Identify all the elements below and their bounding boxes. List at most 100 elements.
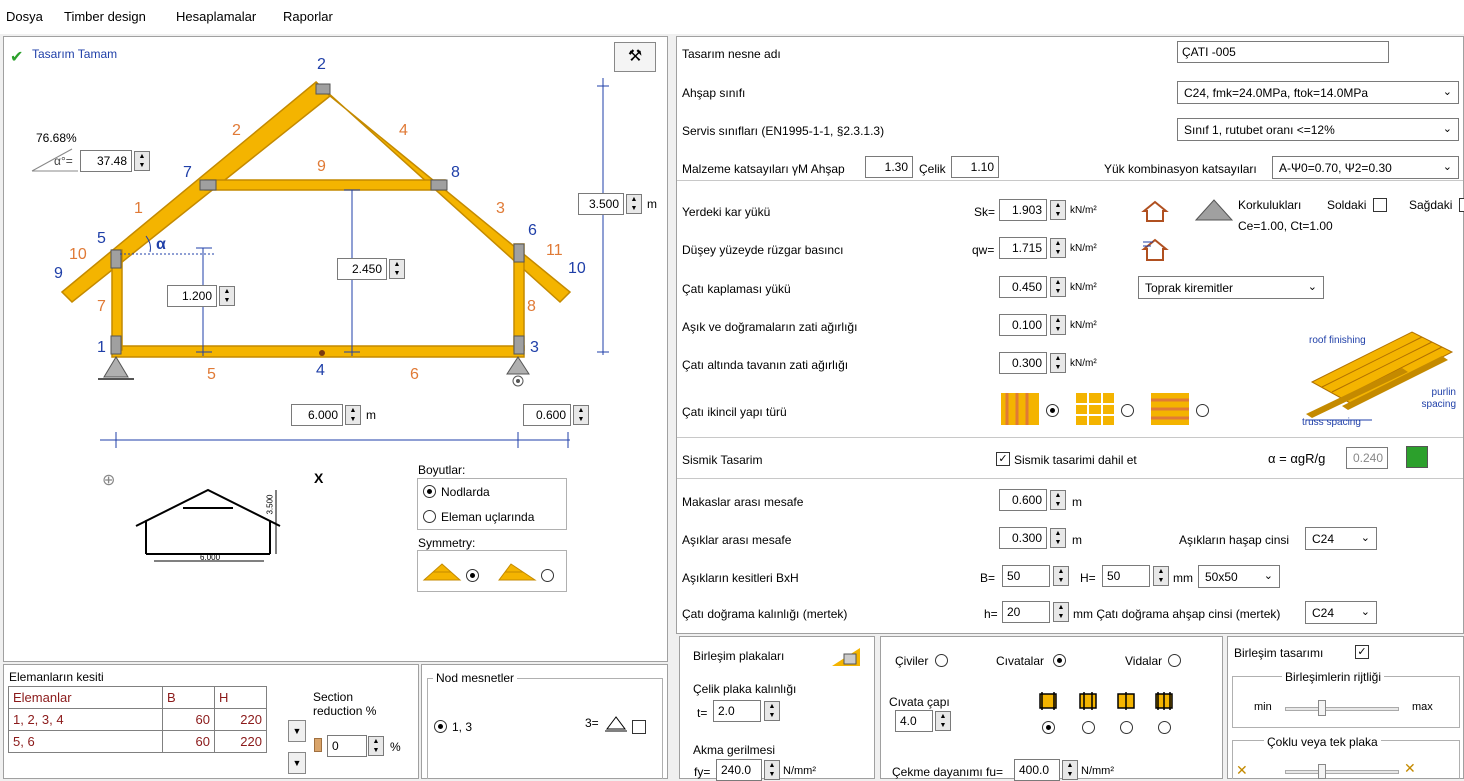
purlin-b-spinner[interactable]: ▲ ▼ [1053, 566, 1069, 586]
wind-pressure-input[interactable]: 1.715 [999, 237, 1047, 259]
plate-mode-slider-track[interactable] [1285, 770, 1399, 774]
purlin-h-spinner[interactable]: ▲ ▼ [1153, 566, 1169, 586]
wind-pressure-spinner[interactable]: ▲ ▼ [1050, 238, 1066, 258]
side-height-input[interactable]: 1.200 [167, 285, 217, 307]
span-spinner[interactable]: ▲ ▼ [345, 405, 361, 425]
print-drawing-button[interactable]: ⚒ [614, 42, 656, 72]
total-height-input[interactable]: 3.500 [578, 193, 624, 215]
secondary-type-2-icon[interactable] [1074, 391, 1116, 427]
railings-left-checkbox[interactable] [1373, 198, 1387, 212]
symmetric-radio[interactable] [466, 569, 479, 582]
cell-h[interactable]: 220 [214, 730, 267, 753]
bolts-radio[interactable] [1053, 654, 1066, 667]
node3-support-checkbox[interactable] [632, 720, 646, 734]
material-steel-input[interactable]: 1.10 [951, 156, 999, 178]
tensile-strength-spinner[interactable]: ▲ ▼ [1062, 760, 1078, 780]
secondary-type-1-icon[interactable] [999, 391, 1041, 427]
secondary-type-1-radio[interactable] [1046, 404, 1059, 417]
purlin-section-select[interactable]: 50x50 ⌄ [1198, 565, 1280, 588]
ceiling-weight-spinner[interactable]: ▲ ▼ [1050, 353, 1066, 373]
design-name-input[interactable]: ÇATI -005 [1177, 41, 1389, 63]
reduction-input[interactable]: 0 [327, 735, 367, 757]
service-class-select[interactable]: Sınıf 1, rutubet oranı <=12% ⌄ [1177, 118, 1459, 141]
plate-thickness-input[interactable]: 2.0 [713, 700, 761, 722]
purlin-selfweight-input[interactable]: 0.100 [999, 314, 1047, 336]
menu-file[interactable]: Dosya [6, 9, 43, 24]
stiffness-slider-thumb[interactable] [1318, 700, 1326, 716]
row-dropdown-button[interactable]: ▼ [288, 752, 306, 774]
purlin-wood-select[interactable]: C24 ⌄ [1305, 527, 1377, 550]
plate-icon[interactable] [830, 644, 862, 670]
asymmetric-truss-icon[interactable] [497, 562, 537, 582]
secondary-type-3-radio[interactable] [1196, 404, 1209, 417]
seismic-map-icon[interactable] [1406, 446, 1428, 468]
bolt-diameter-spinner[interactable]: ▲ ▼ [935, 711, 951, 731]
rafter-thickness-spinner[interactable]: ▲ ▼ [1053, 602, 1069, 622]
symmetric-truss-icon[interactable] [422, 562, 462, 582]
cell-b[interactable]: 60 [162, 708, 215, 731]
railings-right-checkbox[interactable] [1459, 198, 1464, 212]
seismic-alpha-input[interactable]: 0.240 [1346, 447, 1388, 469]
bolt-pattern-4-radio[interactable] [1158, 721, 1171, 734]
rafter-thickness-input[interactable]: 20 [1002, 601, 1050, 623]
house-icon[interactable] [1141, 199, 1169, 223]
asymmetric-radio[interactable] [541, 569, 554, 582]
connection-design-checkbox[interactable]: ✓ [1355, 645, 1369, 659]
menu-timber-design[interactable]: Timber design [64, 9, 146, 24]
bolt-diameter-input[interactable]: 4.0 [895, 710, 933, 732]
total-height-spinner[interactable]: ▲ ▼ [626, 194, 642, 214]
secondary-type-2-radio[interactable] [1121, 404, 1134, 417]
reduction-spinner[interactable]: ▲ ▼ [368, 736, 384, 756]
purlin-selfweight-spinner[interactable]: ▲ ▼ [1050, 315, 1066, 335]
tensile-strength-input[interactable]: 400.0 [1014, 759, 1060, 781]
cell-h[interactable]: 220 [214, 708, 267, 731]
bolt-pattern-icons[interactable] [1038, 690, 1188, 712]
menu-calculations[interactable]: Hesaplamalar [176, 9, 256, 24]
rafter-wood-select[interactable]: C24 ⌄ [1305, 601, 1377, 624]
truss-spacing-input[interactable]: 0.600 [999, 489, 1047, 511]
load-combination-select[interactable]: A-Ψ0=0.70, Ψ2=0.30 ⌄ [1272, 156, 1459, 179]
span-input[interactable]: 6.000 [291, 404, 343, 426]
wood-class-select[interactable]: C24, fmk=24.0MPa, ftok=14.0MPa ⌄ [1177, 81, 1459, 104]
yield-stress-spinner[interactable]: ▲ ▼ [764, 760, 780, 780]
ceiling-weight-input[interactable]: 0.300 [999, 352, 1047, 374]
material-wood-input[interactable]: 1.30 [865, 156, 913, 178]
house-railings-icon[interactable] [1194, 196, 1234, 226]
purlin-b-input[interactable]: 50 [1002, 565, 1050, 587]
bolt-pattern-1-radio[interactable] [1042, 721, 1055, 734]
wind-house-icon[interactable] [1141, 236, 1169, 262]
table-row[interactable]: 1, 2, 3, 4 60 220 [8, 708, 267, 731]
dim-at-nodes-radio[interactable] [423, 485, 436, 498]
roofing-type-select[interactable]: Toprak kiremitler ⌄ [1138, 276, 1324, 299]
overhang-input[interactable]: 0.600 [523, 404, 571, 426]
cell-b[interactable]: 60 [162, 730, 215, 753]
plate-mode-slider-thumb[interactable] [1318, 764, 1326, 779]
roofing-load-input[interactable]: 0.450 [999, 276, 1047, 298]
mid-height-input[interactable]: 2.450 [337, 258, 387, 280]
roofing-load-spinner[interactable]: ▲ ▼ [1050, 277, 1066, 297]
support-radio[interactable] [434, 720, 447, 733]
row-dropdown-button[interactable]: ▼ [288, 720, 306, 742]
yield-stress-input[interactable]: 240.0 [716, 759, 762, 781]
snow-load-input[interactable]: 1.903 [999, 199, 1047, 221]
nails-radio[interactable] [935, 654, 948, 667]
snow-load-spinner[interactable]: ▲ ▼ [1050, 200, 1066, 220]
purlin-spacing-input[interactable]: 0.300 [999, 527, 1047, 549]
dim-at-ends-radio[interactable] [423, 510, 436, 523]
bolt-pattern-3-radio[interactable] [1120, 721, 1133, 734]
menu-reports[interactable]: Raporlar [283, 9, 333, 24]
overhang-spinner[interactable]: ▲ ▼ [573, 405, 589, 425]
mid-height-spinner[interactable]: ▲ ▼ [389, 259, 405, 279]
truss-spacing-spinner[interactable]: ▲ ▼ [1050, 490, 1066, 510]
side-height-spinner[interactable]: ▲ ▼ [219, 286, 235, 306]
angle-spinner[interactable]: ▲ ▼ [134, 151, 150, 171]
purlin-h-input[interactable]: 50 [1102, 565, 1150, 587]
stiffness-slider-track[interactable] [1285, 707, 1399, 711]
angle-input[interactable]: 37.48 [80, 150, 132, 172]
purlin-spacing-spinner[interactable]: ▲ ▼ [1050, 528, 1066, 548]
secondary-type-3-icon[interactable] [1149, 391, 1191, 427]
seismic-checkbox[interactable]: ✓ [996, 452, 1010, 466]
plate-thickness-spinner[interactable]: ▲ ▼ [764, 701, 780, 721]
screws-radio[interactable] [1168, 654, 1181, 667]
bolt-pattern-2-radio[interactable] [1082, 721, 1095, 734]
